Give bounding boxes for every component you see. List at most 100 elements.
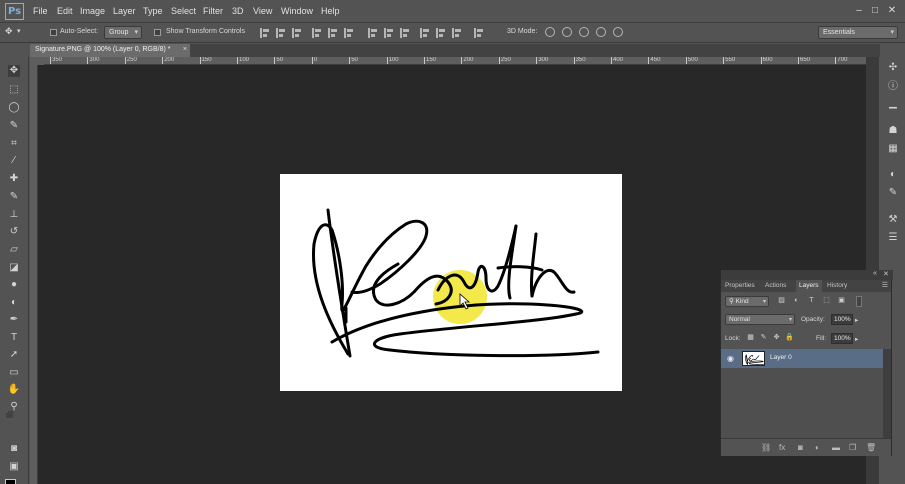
default-colors-icon[interactable]: ⬛	[4, 410, 16, 422]
align-left-icon[interactable]	[312, 28, 322, 38]
document-tab[interactable]: Signature.PNG @ 100% (Layer 0, RGB/8) * …	[30, 44, 190, 57]
move-tool-icon[interactable]: ✥	[8, 65, 20, 77]
layers-scrollbar[interactable]	[883, 349, 891, 438]
close-icon[interactable]: ✕	[886, 5, 898, 17]
visibility-eye-icon[interactable]: ◉	[727, 354, 734, 363]
align-vertical-center-icon[interactable]	[276, 28, 286, 38]
menu-3d[interactable]: 3D	[232, 6, 244, 16]
brush-panel-icon[interactable]: ✎	[887, 187, 899, 199]
clone-stamp-tool-icon[interactable]: ⊥	[8, 209, 20, 221]
history-brush-tool-icon[interactable]: ↺	[8, 226, 20, 238]
horizontal-ruler[interactable]: 350 300 250 200 150 100 50 0 50 100 150 200 250 300 35…	[44, 57, 866, 65]
type-tool-icon[interactable]: T	[8, 332, 20, 344]
3d-pan-icon[interactable]	[579, 27, 589, 37]
lock-all-icon[interactable]: 🔒	[785, 333, 794, 342]
workspace-dropdown[interactable]: Essentials	[818, 26, 898, 39]
menu-view[interactable]: View	[253, 6, 272, 16]
3d-slide-icon[interactable]	[596, 27, 606, 37]
blur-tool-icon[interactable]: ●	[8, 279, 20, 291]
lock-position-icon[interactable]: ✥	[772, 333, 781, 342]
menu-window[interactable]: Window	[281, 6, 313, 16]
hand-tool-icon[interactable]: ✋	[8, 384, 20, 396]
menu-help[interactable]: Help	[321, 6, 340, 16]
new-group-icon[interactable]: ▬	[832, 443, 840, 452]
panel-menu-icon[interactable]: ☰	[882, 281, 888, 289]
menu-file[interactable]: File	[33, 6, 48, 16]
pen-tool-icon[interactable]: ✒	[8, 314, 20, 326]
quick-selection-tool-icon[interactable]: ✎	[8, 120, 20, 132]
quick-mask-icon[interactable]: ◙	[8, 443, 20, 455]
filter-shape-icon[interactable]: ⬚	[822, 296, 831, 305]
align-horizontal-center-icon[interactable]	[328, 28, 338, 38]
distribute-horizontal-center-icon[interactable]	[436, 28, 446, 38]
tool-preset-chevron-icon[interactable]: ▾	[17, 27, 21, 35]
histogram-panel-icon[interactable]: ▁	[887, 98, 899, 110]
eraser-tool-icon[interactable]: ▱	[8, 244, 20, 256]
lasso-tool-icon[interactable]: ◯	[8, 102, 20, 114]
lock-transparent-icon[interactable]: ▦	[746, 333, 755, 342]
new-adjustment-layer-icon[interactable]: ◐	[815, 443, 820, 452]
path-selection-tool-icon[interactable]: ➚	[8, 349, 20, 361]
delete-layer-icon[interactable]: 🗑	[866, 443, 876, 452]
auto-select-mode-dropdown[interactable]: Group	[104, 26, 142, 39]
eyedropper-tool-icon[interactable]: ⁄	[8, 155, 20, 167]
auto-align-layers-icon[interactable]	[474, 28, 484, 38]
foreground-color-swatch[interactable]	[5, 479, 16, 484]
swatches-panel-icon[interactable]: ▦	[887, 143, 899, 155]
collapse-panel-icon[interactable]: «	[873, 270, 877, 277]
menu-type[interactable]: Type	[143, 6, 163, 16]
filter-type-icon[interactable]: T	[807, 296, 816, 305]
layer-style-icon[interactable]: fx	[779, 443, 785, 452]
marquee-tool-icon[interactable]: ⬚	[8, 84, 20, 96]
layers-list-empty-area[interactable]	[721, 368, 883, 438]
dodge-tool-icon[interactable]: ◐	[8, 297, 20, 309]
tab-history[interactable]: History	[824, 280, 850, 292]
filter-pixel-icon[interactable]: ▨	[777, 296, 786, 305]
info-panel-icon[interactable]: ⓘ	[887, 81, 899, 93]
color-panel-icon[interactable]: ✣	[887, 62, 899, 74]
navigator-panel-icon[interactable]: ◐	[887, 169, 899, 181]
tab-layers[interactable]: Layers	[796, 280, 822, 292]
tab-actions[interactable]: Actions	[762, 280, 789, 292]
menu-layer[interactable]: Layer	[113, 6, 136, 16]
fill-arrow-icon[interactable]: ▸	[855, 335, 858, 343]
brush-tool-icon[interactable]: ✎	[8, 191, 20, 203]
menu-filter[interactable]: Filter	[203, 6, 223, 16]
new-layer-icon[interactable]: ❐	[849, 443, 856, 452]
opacity-input[interactable]: 100%	[831, 314, 853, 325]
blend-mode-dropdown[interactable]: Normal	[725, 314, 795, 325]
menu-edit[interactable]: Edit	[57, 6, 73, 16]
layer-row[interactable]: ◉ Layer 0	[721, 349, 883, 368]
link-layers-icon[interactable]: ⛓	[761, 443, 771, 452]
lock-image-icon[interactable]: ✎	[759, 333, 768, 342]
move-tool-icon[interactable]: ✥	[5, 26, 13, 37]
add-mask-icon[interactable]: ◙	[798, 443, 803, 452]
filter-smart-object-icon[interactable]: ▣	[837, 296, 846, 305]
paint-bucket-tool-icon[interactable]: ◪	[8, 262, 20, 274]
close-panel-icon[interactable]: ✕	[883, 270, 889, 278]
filter-adjustment-icon[interactable]: ◐	[792, 296, 801, 305]
opacity-arrow-icon[interactable]: ▸	[855, 316, 858, 324]
show-transform-checkbox[interactable]	[154, 29, 161, 36]
document-canvas[interactable]	[280, 174, 622, 391]
layer-name[interactable]: Layer 0	[770, 354, 792, 361]
menu-image[interactable]: Image	[80, 6, 105, 16]
distribute-top-icon[interactable]	[368, 28, 378, 38]
distribute-bottom-icon[interactable]	[400, 28, 410, 38]
crop-tool-icon[interactable]: ⌗	[8, 138, 20, 150]
fill-input[interactable]: 100%	[831, 333, 853, 344]
3d-rotate-icon[interactable]	[545, 27, 555, 37]
ruler-corner[interactable]	[30, 57, 44, 65]
adjustments-panel-icon[interactable]: ☰	[887, 232, 899, 244]
healing-brush-tool-icon[interactable]: ✚	[8, 173, 20, 185]
filter-toggle[interactable]	[856, 296, 862, 307]
align-top-icon[interactable]	[260, 28, 270, 38]
tool-presets-panel-icon[interactable]: ⚒	[887, 214, 899, 226]
minimize-icon[interactable]: –	[853, 5, 865, 17]
maximize-icon[interactable]: □	[869, 5, 881, 17]
auto-select-checkbox[interactable]	[50, 29, 57, 36]
vertical-ruler[interactable]	[30, 65, 38, 484]
tab-properties[interactable]: Properties	[722, 280, 758, 292]
filter-kind-dropdown[interactable]: ⚲ Kind	[725, 296, 769, 307]
panel-title-bar[interactable]: « ✕	[721, 270, 893, 280]
